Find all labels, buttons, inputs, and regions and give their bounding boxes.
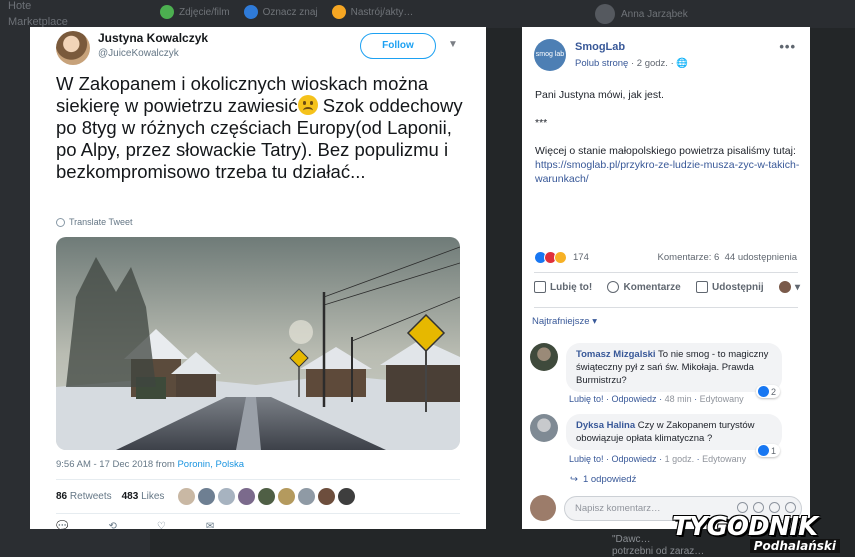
post-menu-button[interactable]: ••• [779,39,796,54]
avatar [595,4,615,24]
reply-arrow-icon: ↪ [570,474,578,485]
watermark-logo: TYGODNIK [672,512,818,542]
avatar[interactable] [238,488,255,505]
avatar[interactable] [318,488,335,505]
divider [56,513,460,514]
post-body: Pani Justyna mówi, jak jest. *** Więcej … [535,89,800,185]
post-time[interactable]: · 2 godz. · [628,58,674,69]
tweet-text: W Zakopanem i okolicznych wioskach można… [56,73,463,182]
likers-avatars[interactable] [178,488,355,505]
tweet-stats: 86 Retweets 483 Likes [56,491,164,502]
share-icon [696,281,708,293]
tweet-photo[interactable] [56,237,460,450]
chevron-down-icon[interactable]: ▼ [448,39,458,50]
shares-count[interactable]: 44 udostępnienia [725,252,797,263]
comment-reply-link[interactable]: Odpowiedz [612,454,657,464]
comment-like-badge[interactable]: 2 [756,385,781,398]
retweets-count[interactable]: 86 Retweets [56,491,112,502]
snowy-village-photo [56,237,460,450]
avatar[interactable] [298,488,315,505]
engagement-counts: Komentarze: 6 44 udostępnienia [658,252,797,263]
comment-bubble: Tomasz Mizgalski To nie smog - to magicz… [566,343,782,392]
divider [534,272,798,273]
comment-bubble: Dyksa Halina Czy w Zakopanem turystów ob… [566,414,782,450]
share-button[interactable]: Udostępnij [696,281,764,293]
tweet-actions: 💬 ⟲ ♡ ✉ [56,521,214,529]
tweet-author-avatar[interactable] [56,31,90,65]
facebook-post: smog lab SmogLab Polub stronę · 2 godz. … [522,27,810,529]
globe-icon: 🌐 [676,58,689,69]
sad-face-icon [297,95,318,115]
embedded-tweet: Justyna Kowalczyk @JuiceKowalczyk Follow… [30,27,486,529]
comment-sort-dropdown[interactable]: Najtrafniejsze ▾ [532,316,597,327]
globe-icon [56,217,65,227]
like-page-link[interactable]: Polub stronę [575,58,628,69]
thumbs-up-icon [758,386,769,397]
comment-meta: Lubię to! · Odpowiedz · 1 godz. · Edytow… [569,454,747,464]
comment-reply-link[interactable]: Odpowiedz [612,394,657,404]
avatar [778,281,791,293]
watermark-subtitle: Podhalański [749,539,840,553]
divider [534,307,798,308]
comments-count[interactable]: Komentarze: 6 [658,252,720,263]
translate-tweet-link[interactable]: Translate Tweet [56,217,133,227]
tweet-location-link[interactable]: Poronin, Polska [177,459,244,470]
follow-button[interactable]: Follow [360,33,436,59]
avatar[interactable] [178,488,195,505]
commenter-avatar[interactable] [530,343,558,371]
comment-like-badge[interactable]: 1 [756,444,781,457]
reply-icon[interactable]: 💬 [56,521,68,529]
post-actions: Lubię to! Komentarze Udostępnij ▾ [534,281,800,293]
sad-reaction-icon [554,251,567,264]
avatar[interactable] [338,488,355,505]
smiley-icon [331,5,346,19]
post-subtitle: Polub stronę · 2 godz. · 🌐 [575,58,688,69]
contact-item[interactable]: Anna Jarząbek [595,4,688,24]
chip-photo[interactable]: Zdjęcie/film [160,5,230,19]
thumbs-up-icon [534,281,546,293]
avatar[interactable] [278,488,295,505]
retweet-icon[interactable]: ⟲ [108,521,116,529]
message-icon[interactable]: ✉ [206,521,214,529]
comment-icon [607,281,620,293]
comment-button[interactable]: Komentarze [607,281,681,293]
tweet-author-name[interactable]: Justyna Kowalczyk [98,31,208,45]
view-replies-link[interactable]: ↪ 1 odpowiedź [570,474,636,485]
comment-like-link[interactable]: Lubię to! [569,454,604,464]
commenter-avatar[interactable] [530,414,558,442]
divider [56,479,460,480]
publisher-watermark: TYGODNIK Podhalański [668,512,848,556]
composer-chips: Zdjęcie/film Oznacz znaj Nastrój/akty… [160,5,413,19]
likes-count[interactable]: 483 Likes [122,491,165,502]
audience-selector[interactable]: ▾ [778,281,800,293]
like-icon[interactable]: ♡ [157,521,166,529]
avatar[interactable] [198,488,215,505]
comment-like-link[interactable]: Lubię to! [569,394,604,404]
reactions-summary[interactable]: 174 [534,251,589,264]
comment-meta: Lubię to! · Odpowiedz · 48 min · Edytowa… [569,394,744,404]
like-button[interactable]: Lubię to! [534,281,592,293]
commenter-name[interactable]: Tomasz Mizgalski [576,349,656,360]
chip-feeling[interactable]: Nastrój/akty… [331,5,413,19]
avatar[interactable] [218,488,235,505]
page-name-link[interactable]: SmogLab [575,41,625,53]
page-avatar[interactable]: smog lab [534,39,566,71]
avatar[interactable] [258,488,275,505]
thumbs-up-icon [758,445,769,456]
chip-tag-friends[interactable]: Oznacz znaj [243,5,318,19]
avatar [530,495,556,521]
photo-icon [160,5,174,19]
article-link[interactable]: https://smoglab.pl/przykro-ze-ludzie-mus… [535,159,799,185]
commenter-name[interactable]: Dyksa Halina [576,420,635,431]
sidebar-item-hote[interactable]: Hote [8,0,31,12]
tweet-author-handle[interactable]: @JuiceKowalczyk [98,48,179,59]
tweet-timestamp: 9:56 AM - 17 Dec 2018 from Poronin, Pols… [56,459,244,470]
tag-icon [243,5,258,19]
